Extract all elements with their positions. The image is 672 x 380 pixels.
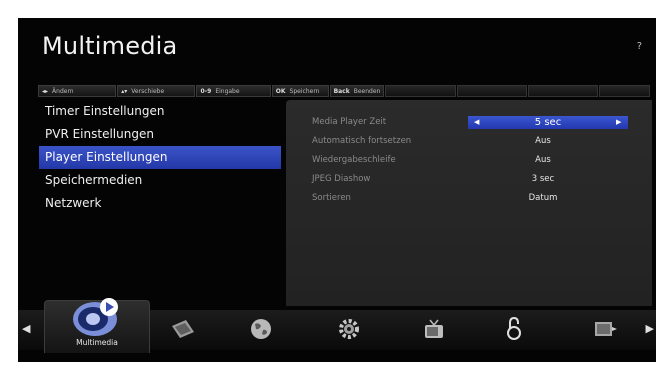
hint-spacer	[456, 85, 527, 97]
category-internet[interactable]	[242, 310, 282, 350]
hint-input: 0-9 Eingabe	[196, 85, 271, 97]
hint-spacer	[527, 85, 599, 97]
hint-save: OK Speichern	[271, 85, 329, 97]
folder-icon	[595, 322, 617, 336]
hint-label: Verschiebe	[131, 87, 165, 95]
category-files[interactable]	[586, 310, 626, 350]
settings-panel: Media Player Zeit ◀ 5 sec ▶ Automatisch …	[286, 100, 652, 306]
setting-value: 3 sec	[531, 174, 555, 184]
hint-bar: ◂▸ Ändern ▴▾ Verschiebe 0-9 Eingabe OK S…	[38, 85, 650, 97]
menu-item-player[interactable]: Player Einstellungen	[39, 146, 281, 169]
hint-label: Speichern	[289, 87, 320, 95]
globe-icon	[251, 319, 271, 339]
hint-key: OK	[275, 87, 286, 95]
setting-row-repeat[interactable]: Wiedergabeschleife Aus	[286, 152, 652, 170]
setting-value: Aus	[535, 155, 551, 165]
hint-change: ◂▸ Ändern	[38, 85, 117, 97]
hint-key: 0-9	[200, 87, 212, 95]
category-label: Multimedia	[76, 338, 118, 347]
hint-label: Ändern	[52, 87, 74, 95]
hint-spacer	[385, 85, 456, 97]
setting-row-sort[interactable]: Sortieren Datum	[286, 190, 652, 208]
category-multimedia[interactable]: Multimedia	[44, 298, 150, 353]
hint-spacer	[599, 85, 650, 97]
setting-row-slideshow[interactable]: JPEG Diashow 3 sec	[286, 171, 652, 189]
setting-label: Wiedergabeschleife	[312, 155, 396, 165]
category-lock[interactable]	[494, 310, 534, 350]
arrow-left-right-icon: ◂▸	[42, 87, 49, 95]
hint-label: Eingabe	[215, 87, 240, 95]
setting-value: Aus	[535, 136, 551, 146]
setting-label: Media Player Zeit	[312, 117, 387, 127]
screen: Multimedia ? ◂▸ Ändern ▴▾ Verschiebe 0-9…	[18, 18, 656, 362]
gear-icon	[339, 319, 359, 339]
hint-label: Beenden	[353, 87, 381, 95]
setting-label: Automatisch fortsetzen	[312, 136, 412, 146]
lock-icon	[507, 316, 521, 340]
tv-icon	[425, 319, 443, 338]
scroll-left-icon[interactable]: ◀	[22, 322, 30, 335]
setting-value: Datum	[528, 193, 558, 203]
menu-item-timer[interactable]: Timer Einstellungen	[39, 100, 281, 123]
hint-move: ▴▾ Verschiebe	[117, 85, 196, 97]
category-tv[interactable]	[414, 310, 454, 350]
setting-label: Sortieren	[312, 193, 351, 203]
menu-item-pvr[interactable]: PVR Einstellungen	[39, 123, 281, 146]
setting-row-media-player-time[interactable]: Media Player Zeit ◀ 5 sec ▶	[286, 114, 652, 132]
hint-key: Back	[333, 87, 350, 95]
category-bar: ◀ ▶ Multimedia	[18, 298, 656, 353]
setting-label: JPEG Diashow	[312, 174, 371, 184]
menu-item-network[interactable]: Netzwerk	[39, 192, 281, 215]
scroll-right-icon[interactable]: ▶	[646, 322, 654, 335]
menu-item-storage[interactable]: Speichermedien	[39, 169, 281, 192]
settings-menu: Timer Einstellungen PVR Einstellungen Pl…	[39, 100, 281, 215]
arrow-right-icon[interactable]: ▶	[616, 118, 621, 126]
satellite-dish-icon	[172, 320, 194, 338]
category-satellite[interactable]	[164, 310, 204, 350]
help-icon[interactable]: ?	[637, 41, 642, 52]
hint-exit: Back Beenden	[329, 85, 385, 97]
setting-row-auto-resume[interactable]: Automatisch fortsetzen Aus	[286, 133, 652, 151]
setting-value: 5 sec	[534, 117, 562, 128]
multimedia-icon	[73, 298, 118, 336]
category-settings[interactable]	[330, 310, 370, 350]
page-title: Multimedia	[42, 32, 178, 60]
arrow-up-down-icon: ▴▾	[121, 87, 128, 95]
